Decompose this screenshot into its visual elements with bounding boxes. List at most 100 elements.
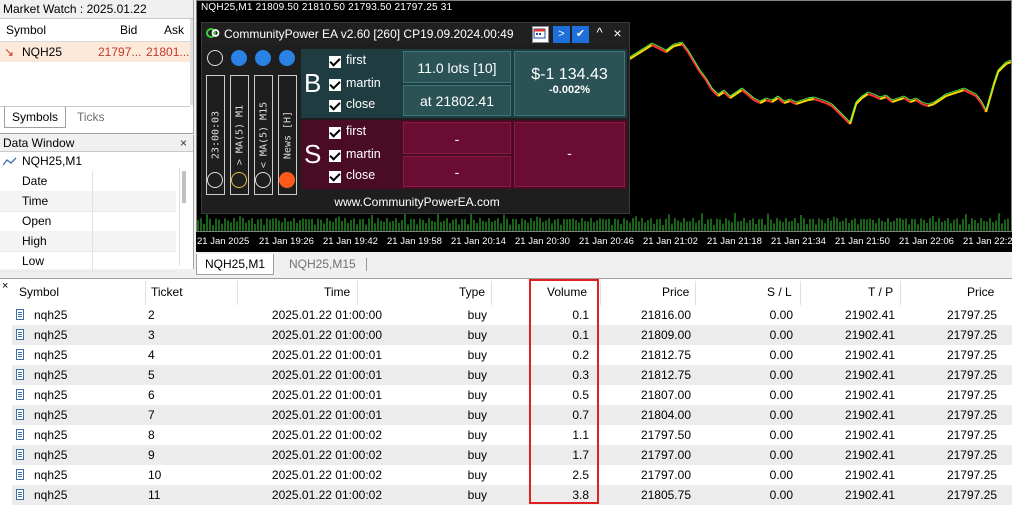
price-segment xyxy=(1005,60,1012,66)
tab-symbols[interactable]: Symbols xyxy=(4,107,67,128)
minimize-button[interactable]: ^ xyxy=(592,26,607,41)
buy-price[interactable]: at 21802.41 xyxy=(403,85,511,116)
col-time[interactable]: Time xyxy=(324,285,350,299)
chart-icon[interactable] xyxy=(532,26,549,43)
price-segment xyxy=(903,97,911,103)
checkbox-martin[interactable] xyxy=(329,79,341,91)
forward-button[interactable]: > xyxy=(553,26,570,43)
cell-sl: 0.00 xyxy=(769,428,793,442)
cell-symbol: nqh25 xyxy=(34,448,68,462)
document-icon xyxy=(16,369,24,380)
table-row[interactable]: nqh25 5 2025.01.22 01:00:01 buy 0.3 21812.75 0… xyxy=(12,365,1012,385)
sell-lots[interactable]: - xyxy=(403,122,511,154)
market-watch-row[interactable]: ↘ NQH25 21797... 21801... xyxy=(0,42,190,62)
buy-lots[interactable]: 11.0 lots [10] xyxy=(403,51,511,83)
column-separator xyxy=(237,281,238,305)
tab-divider xyxy=(366,258,367,271)
checkbox-first[interactable] xyxy=(329,56,341,68)
ea-panel[interactable]: CommunityPower EA v2.60 [260] CP19.09.20… xyxy=(201,22,630,214)
cell-ticket: 9 xyxy=(148,448,155,462)
price-segment xyxy=(909,98,917,104)
col-symbol-header[interactable]: Symbol xyxy=(6,19,46,41)
checkbox-close[interactable] xyxy=(329,100,341,112)
cell-price: 21805.75 xyxy=(640,488,691,502)
table-row[interactable]: nqh25 10 2025.01.22 01:00:02 buy 2.5 21797.00… xyxy=(12,465,1012,485)
price-segment xyxy=(819,99,827,105)
price-segment xyxy=(897,96,905,102)
checkbox-martin[interactable] xyxy=(329,150,341,162)
document-icon xyxy=(16,349,24,360)
price-segment xyxy=(988,83,996,99)
data-row-time: Time xyxy=(0,191,176,212)
tab-nqh25-m1[interactable]: NQH25,M1 xyxy=(196,254,275,275)
cell-current-price: 21797.25 xyxy=(946,408,997,422)
cell-ticket: 10 xyxy=(148,468,162,482)
column-separator xyxy=(357,281,358,305)
cell-current-price: 21797.25 xyxy=(946,428,997,442)
tab-ticks[interactable]: Ticks xyxy=(70,107,112,127)
bid-value: 21797... xyxy=(98,45,142,59)
price-segment xyxy=(687,51,695,63)
ea-website-link[interactable]: www.CommunityPowerEA.com xyxy=(302,195,532,209)
close-icon[interactable]: × xyxy=(2,280,8,292)
close-icon[interactable]: × xyxy=(180,136,187,150)
column-separator xyxy=(491,281,492,305)
cell-ticket: 5 xyxy=(148,368,155,382)
cell-symbol: nqh25 xyxy=(34,428,68,442)
price-segment xyxy=(992,71,1000,85)
cell-ticket: 4 xyxy=(148,348,155,362)
price-segment xyxy=(705,79,713,91)
col-current-price[interactable]: Price xyxy=(967,285,994,299)
cell-time: 2025.01.22 01:00:01 xyxy=(271,348,382,362)
col-type[interactable]: Type xyxy=(459,285,485,299)
cell-sl: 0.00 xyxy=(769,308,793,322)
tab-nqh25-m15[interactable]: NQH25,M15 xyxy=(281,254,364,274)
table-row[interactable]: nqh25 11 2025.01.22 01:00:02 buy 3.8 21805.75… xyxy=(12,485,1012,505)
market-watch-scrollbar[interactable] xyxy=(190,19,193,105)
price-segment xyxy=(657,47,667,53)
sell-price[interactable]: - xyxy=(403,156,511,187)
price-segment xyxy=(951,90,959,96)
table-row[interactable]: nqh25 8 2025.01.22 01:00:02 buy 1.1 21797.50 0… xyxy=(12,425,1012,445)
table-row[interactable]: nqh25 6 2025.01.22 01:00:01 buy 0.5 21807.00 0… xyxy=(12,385,1012,405)
ea-header[interactable]: CommunityPower EA v2.60 [260] CP19.09.20… xyxy=(202,23,629,45)
cell-tp: 21902.41 xyxy=(844,468,895,482)
data-row-date: Date xyxy=(0,171,176,192)
col-symbol[interactable]: Symbol xyxy=(19,285,59,299)
confirm-button[interactable]: ✔ xyxy=(572,26,589,43)
col-price[interactable]: Price xyxy=(662,285,689,299)
scroll-thumb[interactable] xyxy=(182,171,186,203)
col-sl[interactable]: S / L xyxy=(767,285,792,299)
cell-price: 21797.00 xyxy=(640,468,691,482)
col-bid-header[interactable]: Bid xyxy=(120,19,137,41)
col-ask-header[interactable]: Ask xyxy=(164,19,184,41)
cell-tp: 21902.41 xyxy=(844,408,895,422)
checkbox-close[interactable] xyxy=(329,171,341,183)
cell-current-price: 21797.25 xyxy=(946,368,997,382)
sell-pnl[interactable]: - xyxy=(514,122,625,187)
price-segment xyxy=(945,92,953,98)
table-row[interactable]: nqh25 9 2025.01.22 01:00:02 buy 1.7 21797.00 0… xyxy=(12,445,1012,465)
table-row[interactable]: nqh25 3 2025.01.22 01:00:00 buy 0.1 21809.00 0… xyxy=(12,325,1012,345)
col-tp[interactable]: T / P xyxy=(868,285,893,299)
data-window-scrollbar[interactable] xyxy=(179,168,187,266)
cell-time: 2025.01.22 01:00:01 xyxy=(271,368,382,382)
time-axis-label: 21 Jan 19:42 xyxy=(323,236,378,247)
table-row[interactable]: nqh25 4 2025.01.22 01:00:01 buy 0.2 21812.75 0… xyxy=(12,345,1012,365)
table-row[interactable]: nqh25 2 2025.01.22 01:00:00 buy 0.1 21816.00 0… xyxy=(12,305,1012,325)
col-ticket[interactable]: Ticket xyxy=(151,285,183,299)
buy-letter: B xyxy=(304,68,322,98)
cell-type: buy xyxy=(467,348,487,362)
time-axis-label: 21 Jan 19:26 xyxy=(259,236,314,247)
status-circle xyxy=(207,50,223,66)
checkbox-label: first xyxy=(346,124,367,138)
buy-pnl-box[interactable]: $-1 134.43 -0.002% xyxy=(514,51,625,116)
checkbox-first[interactable] xyxy=(329,127,341,139)
time-axis-label: 21 Jan 21:18 xyxy=(707,236,762,247)
price-segment xyxy=(729,93,737,99)
close-button[interactable]: × xyxy=(610,26,625,41)
cell-ticket: 8 xyxy=(148,428,155,442)
price-segment xyxy=(891,98,899,104)
cell-sl: 0.00 xyxy=(769,468,793,482)
table-row[interactable]: nqh25 7 2025.01.22 01:00:01 buy 0.7 21804.00 0… xyxy=(12,405,1012,425)
